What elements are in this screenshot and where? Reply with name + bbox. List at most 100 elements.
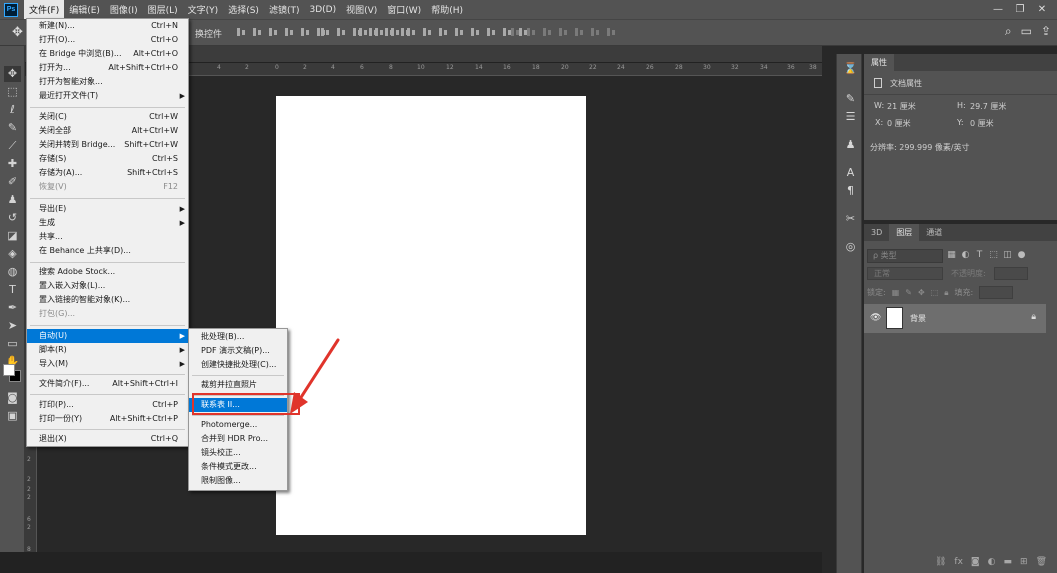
menu-item-close[interactable]: 关闭(C) Ctrl+W bbox=[27, 110, 188, 124]
submenu-item-batch[interactable]: 批处理(B)... bbox=[189, 330, 287, 344]
distribute-hspace-icon[interactable] bbox=[374, 26, 385, 38]
menu-item-revert[interactable]: 恢复(V) F12 bbox=[27, 180, 188, 194]
history-panel-icon[interactable]: ⌛ bbox=[842, 60, 859, 77]
opacity-field[interactable] bbox=[993, 267, 1028, 280]
blur-tool-icon[interactable]: ◍ bbox=[4, 264, 21, 280]
submenu-item-photomerge[interactable]: Photomerge... bbox=[189, 418, 287, 432]
tool-presets-icon[interactable]: ✂ bbox=[842, 210, 859, 227]
align-bottom-icon[interactable] bbox=[268, 26, 279, 38]
menu-file[interactable]: 文件(F) bbox=[24, 0, 65, 19]
menu-view[interactable]: 视图(V) bbox=[341, 0, 382, 19]
menu-item-automate[interactable]: 自动(U) ▶ bbox=[27, 329, 188, 343]
menu-image[interactable]: 图像(I) bbox=[105, 0, 143, 19]
menu-filter[interactable]: 滤镜(T) bbox=[264, 0, 305, 19]
submenu-item-merge-hdr[interactable]: 合并到 HDR Pro... bbox=[189, 432, 287, 446]
new-group-icon[interactable]: ▬ bbox=[1004, 557, 1013, 567]
layer-name[interactable]: 背景 bbox=[910, 313, 926, 324]
link-layers-icon[interactable]: ⛓ bbox=[935, 557, 946, 567]
y-field[interactable]: 0 厘米 bbox=[970, 118, 994, 129]
3d-pan-icon[interactable] bbox=[542, 26, 553, 38]
type-tool-icon[interactable]: T bbox=[4, 282, 21, 298]
new-layer-icon[interactable]: ⊞ bbox=[1020, 557, 1028, 567]
smart-object-filter-icon[interactable]: ◫ bbox=[1002, 250, 1013, 261]
menu-item-close-all[interactable]: 关闭全部 Alt+Ctrl+W bbox=[27, 124, 188, 138]
3d-roll-icon[interactable] bbox=[526, 26, 537, 38]
menu-item-browse-bridge[interactable]: 在 Bridge 中浏览(B)... Alt+Ctrl+O bbox=[27, 47, 188, 61]
menu-edit[interactable]: 编辑(E) bbox=[64, 0, 105, 19]
arrange-2-icon[interactable] bbox=[438, 26, 449, 38]
pixel-filter-icon[interactable]: ▦ bbox=[946, 250, 957, 261]
blend-mode-select[interactable]: 正常 bbox=[867, 267, 943, 280]
menu-3d[interactable]: 3D(D) bbox=[304, 0, 341, 19]
document-canvas[interactable] bbox=[276, 96, 586, 535]
submenu-item-create-droplet[interactable]: 创建快捷批处理(C)... bbox=[189, 358, 287, 372]
3d-scale-icon[interactable] bbox=[574, 26, 585, 38]
delete-layer-icon[interactable]: 🗑︎ bbox=[1036, 557, 1047, 567]
menu-item-save-as[interactable]: 存储为(A)... Shift+Ctrl+S bbox=[27, 166, 188, 180]
arrange-5-icon[interactable] bbox=[486, 26, 497, 38]
tab-layers[interactable]: 图层 bbox=[889, 224, 920, 241]
share-icon[interactable]: ⇪ bbox=[1041, 24, 1051, 39]
adjustments-icon[interactable]: ☰ bbox=[842, 108, 859, 125]
rectangle-tool-icon[interactable]: ▭ bbox=[4, 336, 21, 352]
submenu-item-fit-image[interactable]: 限制图像... bbox=[189, 474, 287, 488]
history-brush-tool-icon[interactable]: ↺ bbox=[4, 210, 21, 226]
tab-3d[interactable]: 3D bbox=[864, 224, 889, 241]
distribute-top-icon[interactable] bbox=[320, 26, 331, 38]
align-vcenter-icon[interactable] bbox=[252, 26, 263, 38]
distribute-vspace-icon[interactable] bbox=[358, 26, 369, 38]
screen-mode-icon[interactable]: ▣ bbox=[4, 408, 21, 424]
height-field[interactable]: 29.7 厘米 bbox=[970, 101, 1006, 112]
lock-pixels-icon[interactable]: ▦ bbox=[892, 288, 900, 297]
lock-paint-icon[interactable]: ✎ bbox=[905, 288, 912, 297]
3d-rotate-icon[interactable] bbox=[510, 26, 521, 38]
menu-item-new[interactable]: 新建(N)... Ctrl+N bbox=[27, 19, 188, 33]
adjustment-filter-icon[interactable]: ◐ bbox=[960, 250, 971, 261]
menu-item-save[interactable]: 存储(S) Ctrl+S bbox=[27, 152, 188, 166]
menu-item-share[interactable]: 共享... bbox=[27, 230, 188, 244]
marquee-tool-icon[interactable]: ⬚ bbox=[4, 84, 21, 100]
menu-item-generate[interactable]: 生成 ▶ bbox=[27, 216, 188, 230]
visibility-eye-icon[interactable]: 👁︎ bbox=[870, 313, 881, 323]
arrange-icon[interactable] bbox=[422, 26, 433, 38]
menu-item-package[interactable]: 打包(G)... bbox=[27, 307, 188, 321]
align-top-icon[interactable] bbox=[236, 26, 247, 38]
3d-panel-icon[interactable]: ◎ bbox=[842, 238, 859, 255]
align-hcenter-icon[interactable] bbox=[300, 26, 311, 38]
menu-item-scripts[interactable]: 脚本(R) ▶ bbox=[27, 343, 188, 357]
menu-item-export[interactable]: 导出(E) ▶ bbox=[27, 202, 188, 216]
width-field[interactable]: 21 厘米 bbox=[887, 101, 916, 112]
lock-artboard-icon[interactable]: ⬚ bbox=[931, 288, 939, 297]
menu-item-place-embedded[interactable]: 置入嵌入对象(L)... bbox=[27, 279, 188, 293]
move-tool-icon[interactable]: ✥ bbox=[4, 66, 21, 82]
brush-settings-icon[interactable]: ✎ bbox=[842, 90, 859, 107]
clone-stamp-tool-icon[interactable]: ♟ bbox=[4, 192, 21, 208]
brush-tool-icon[interactable]: ✐ bbox=[4, 174, 21, 190]
menu-item-print[interactable]: 打印(P)... Ctrl+P bbox=[27, 398, 188, 412]
menu-item-recent[interactable]: 最近打开文件(T) ▶ bbox=[27, 89, 188, 103]
restore-button[interactable]: ❐ bbox=[1011, 2, 1029, 17]
character-panel-icon[interactable]: A bbox=[842, 164, 859, 181]
submenu-item-pdf-presentation[interactable]: PDF 演示文稿(P)... bbox=[189, 344, 287, 358]
menu-item-share-behance[interactable]: 在 Behance 上共享(D)... bbox=[27, 244, 188, 258]
eyedropper-tool-icon[interactable]: ⟋ bbox=[4, 138, 21, 154]
auto-align-icon[interactable] bbox=[390, 26, 401, 38]
menu-item-open-as[interactable]: 打开为... Alt+Shift+Ctrl+O bbox=[27, 61, 188, 75]
filter-toggle-icon[interactable]: ● bbox=[1016, 250, 1027, 261]
eraser-tool-icon[interactable]: ◪ bbox=[4, 228, 21, 244]
menu-item-open-smart-object[interactable]: 打开为智能对象... bbox=[27, 75, 188, 89]
layer-filter-kind-select[interactable]: ρ 类型 bbox=[867, 248, 943, 263]
auto-blend-icon[interactable] bbox=[406, 26, 417, 38]
layer-style-icon[interactable]: fx bbox=[954, 557, 963, 567]
menu-item-open[interactable]: 打开(O)... Ctrl+O bbox=[27, 33, 188, 47]
menu-item-exit[interactable]: 退出(X) Ctrl+Q bbox=[27, 432, 188, 446]
menu-item-import[interactable]: 导入(M) ▶ bbox=[27, 357, 188, 371]
path-select-tool-icon[interactable]: ➤ bbox=[4, 318, 21, 334]
close-button[interactable]: ✕ bbox=[1033, 2, 1051, 17]
pen-tool-icon[interactable]: ✒ bbox=[4, 300, 21, 316]
menu-select[interactable]: 选择(S) bbox=[223, 0, 264, 19]
arrange-3-icon[interactable] bbox=[454, 26, 465, 38]
gradient-tool-icon[interactable]: ◈ bbox=[4, 246, 21, 262]
clone-source-icon[interactable]: ♟ bbox=[842, 136, 859, 153]
layer-row[interactable]: 👁︎ 背景 🔒︎ bbox=[864, 304, 1046, 333]
